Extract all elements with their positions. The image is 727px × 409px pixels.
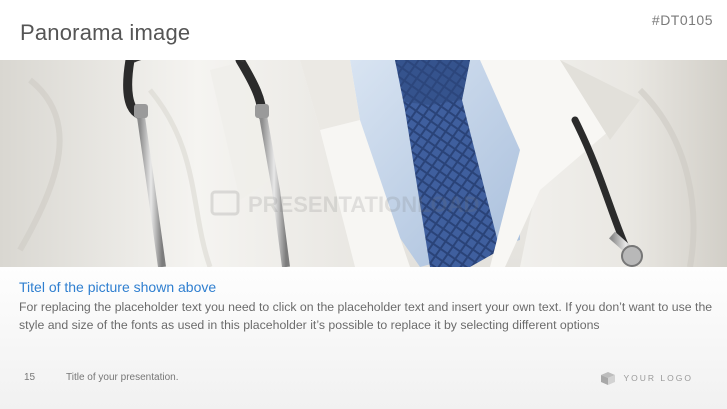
logo-icon: [600, 372, 615, 385]
slide-title: Panorama image: [20, 20, 191, 45]
slide: Panorama image #DT0105 PRESENTATIONLOAD …: [0, 0, 727, 409]
panorama-image: PRESENTATIONLOAD: [0, 60, 727, 267]
logo-text: YOUR LOGO: [623, 373, 693, 383]
watermark-text: PRESENTATIONLOAD: [248, 192, 479, 217]
presentation-title: Title of your presentation.: [66, 372, 179, 383]
caption-title: Titel of the picture shown above: [19, 279, 217, 295]
slide-code: #DT0105: [651, 12, 713, 28]
logo: YOUR LOGO: [600, 370, 693, 386]
page-number: 15: [24, 372, 36, 383]
caption-body: For replacing the placeholder text you n…: [19, 300, 713, 332]
